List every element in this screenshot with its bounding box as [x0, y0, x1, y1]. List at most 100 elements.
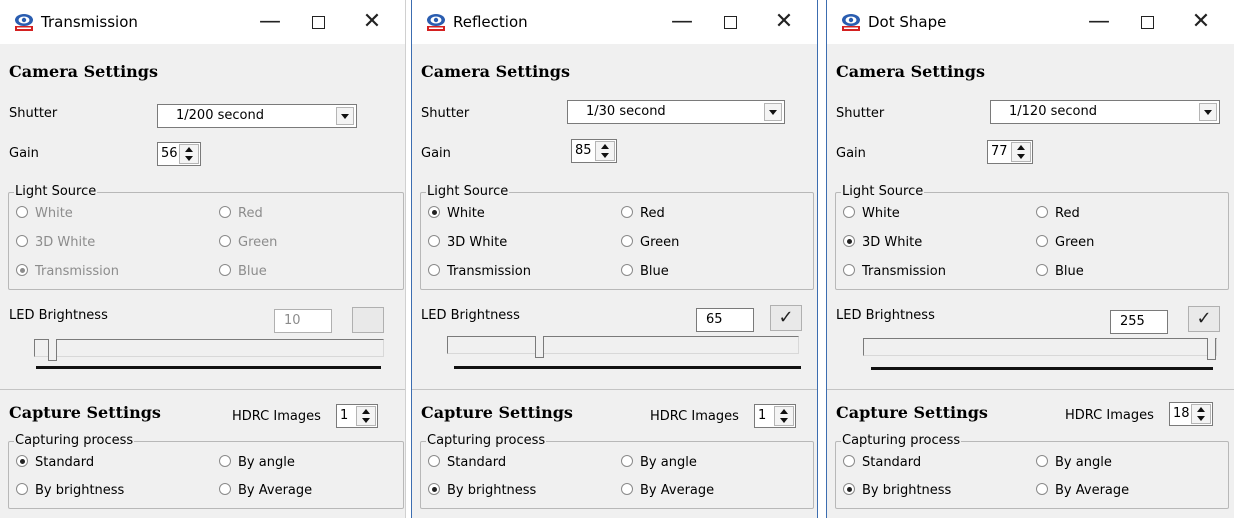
radio-transmission[interactable]: Transmission [16, 264, 119, 279]
title-bar[interactable]: Dot Shape — ✕ [827, 0, 1234, 44]
radio-by-brightness[interactable]: By brightness [428, 483, 536, 498]
gain-value: 85 [575, 143, 592, 158]
light-source-label: Light Source [841, 184, 925, 199]
hdrc-images-spinner[interactable]: 18 [1169, 402, 1213, 426]
slider-baseline [36, 366, 381, 369]
capturing-process-group: Capturing process Standard By angle By b… [8, 433, 404, 509]
radio-transmission[interactable]: Transmission [843, 264, 946, 279]
radio-standard[interactable]: Standard [843, 455, 921, 470]
led-brightness-input[interactable]: 10 [274, 309, 332, 333]
capture-settings-heading: Capture Settings [421, 403, 573, 422]
radio-3d-white[interactable]: 3D White [843, 235, 922, 250]
hdrc-images-spinner[interactable]: 1 [754, 404, 796, 428]
dot-shape-window: Dot Shape — ✕ Camera Settings Shutter 1/… [826, 0, 1234, 518]
slider-thumb[interactable] [1207, 338, 1216, 360]
led-brightness-input[interactable]: 255 [1110, 310, 1168, 334]
radio-white[interactable]: White [843, 206, 900, 221]
radio-by-average[interactable]: By Average [1036, 483, 1129, 498]
radio-transmission[interactable]: Transmission [428, 264, 531, 279]
chevron-down-icon[interactable] [1199, 103, 1217, 121]
minimize-icon[interactable]: — [253, 8, 287, 36]
radio-green[interactable]: Green [1036, 235, 1094, 250]
radio-green[interactable]: Green [219, 235, 277, 250]
radio-white[interactable]: White [428, 206, 485, 221]
radio-white[interactable]: White [16, 206, 73, 221]
minimize-icon[interactable]: — [1082, 8, 1116, 36]
window-title: Reflection [453, 13, 528, 31]
capturing-process-label: Capturing process [841, 433, 962, 448]
radio-by-average[interactable]: By Average [219, 483, 312, 498]
chevron-down-icon[interactable] [336, 107, 354, 125]
spin-arrows-icon[interactable] [1191, 404, 1211, 424]
hdrc-images-label: HDRC Images [1065, 408, 1154, 423]
spin-arrows-icon[interactable] [774, 406, 794, 426]
radio-blue[interactable]: Blue [621, 264, 669, 279]
led-brightness-input[interactable]: 65 [696, 308, 754, 332]
gain-value: 56 [161, 146, 178, 161]
radio-by-average[interactable]: By Average [621, 483, 714, 498]
spin-arrows-icon[interactable] [179, 144, 199, 164]
slider-thumb[interactable] [48, 339, 57, 361]
hdrc-images-label: HDRC Images [650, 409, 739, 424]
spin-arrows-icon[interactable] [356, 406, 376, 426]
radio-by-angle[interactable]: By angle [1036, 455, 1112, 470]
transmission-window: Transmission — ✕ Camera Settings Shutter… [0, 0, 406, 518]
gain-spinner[interactable]: 77 [987, 140, 1033, 164]
hdrc-images-value: 1 [758, 408, 767, 423]
gain-label: Gain [9, 146, 39, 161]
shutter-dropdown[interactable]: 1/30 second [567, 100, 785, 124]
led-brightness-label: LED Brightness [9, 308, 108, 323]
spin-arrows-icon[interactable] [1011, 142, 1031, 162]
radio-by-brightness[interactable]: By brightness [16, 483, 124, 498]
radio-by-brightness[interactable]: By brightness [843, 483, 951, 498]
radio-by-angle[interactable]: By angle [219, 455, 295, 470]
close-icon[interactable]: ✕ [355, 8, 389, 36]
radio-blue[interactable]: Blue [219, 264, 267, 279]
window-title: Transmission [41, 13, 138, 31]
maximize-icon[interactable] [713, 8, 747, 36]
gain-value: 77 [991, 144, 1008, 159]
led-brightness-slider[interactable] [863, 338, 1217, 360]
reflection-window: Reflection — ✕ Camera Settings Shutter 1… [411, 0, 818, 518]
radio-blue[interactable]: Blue [1036, 264, 1084, 279]
camera-logo-icon [15, 14, 33, 31]
led-brightness-slider[interactable] [34, 339, 384, 361]
gain-label: Gain [836, 146, 866, 161]
slider-baseline [871, 367, 1213, 370]
radio-standard[interactable]: Standard [428, 455, 506, 470]
shutter-dropdown[interactable]: 1/200 second [157, 104, 357, 128]
led-brightness-slider[interactable] [447, 336, 799, 358]
close-icon[interactable]: ✕ [767, 8, 801, 36]
maximize-icon[interactable] [301, 8, 335, 36]
checkmark-icon[interactable]: ✓ [770, 305, 802, 331]
capture-settings-heading: Capture Settings [836, 403, 988, 422]
radio-red[interactable]: Red [621, 206, 665, 221]
close-icon[interactable]: ✕ [1184, 8, 1218, 36]
checkmark-icon[interactable] [352, 307, 384, 333]
slider-thumb[interactable] [535, 336, 544, 358]
radio-red[interactable]: Red [1036, 206, 1080, 221]
minimize-icon[interactable]: — [665, 8, 699, 36]
gain-label: Gain [421, 146, 451, 161]
radio-by-angle[interactable]: By angle [621, 455, 697, 470]
led-brightness-label: LED Brightness [421, 308, 520, 323]
spin-arrows-icon[interactable] [595, 141, 615, 161]
hdrc-images-spinner[interactable]: 1 [336, 404, 378, 428]
hdrc-images-value: 1 [340, 408, 349, 423]
checkmark-icon[interactable]: ✓ [1188, 306, 1220, 332]
window-title: Dot Shape [868, 13, 947, 31]
radio-3d-white[interactable]: 3D White [428, 235, 507, 250]
chevron-down-icon[interactable] [764, 103, 782, 121]
shutter-value: 1/120 second [1009, 104, 1097, 119]
radio-red[interactable]: Red [219, 206, 263, 221]
title-bar[interactable]: Transmission — ✕ [0, 0, 405, 44]
gain-spinner[interactable]: 85 [571, 139, 617, 163]
radio-standard[interactable]: Standard [16, 455, 94, 470]
title-bar[interactable]: Reflection — ✕ [412, 0, 817, 44]
radio-green[interactable]: Green [621, 235, 679, 250]
shutter-dropdown[interactable]: 1/120 second [990, 100, 1220, 124]
gain-spinner[interactable]: 56 [157, 142, 201, 166]
radio-3d-white[interactable]: 3D White [16, 235, 95, 250]
camera-settings-heading: Camera Settings [9, 62, 158, 81]
maximize-icon[interactable] [1130, 8, 1164, 36]
